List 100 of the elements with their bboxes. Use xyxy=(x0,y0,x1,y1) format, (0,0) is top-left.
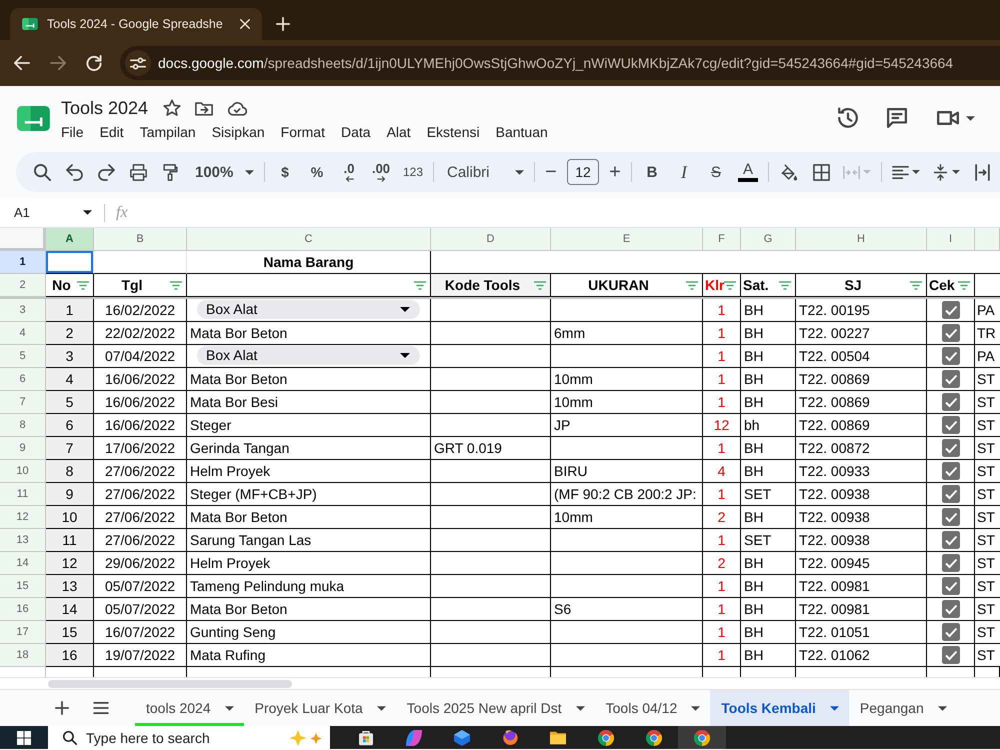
checkbox[interactable] xyxy=(942,554,960,572)
scrollbar-thumb[interactable] xyxy=(48,680,292,688)
menu-item[interactable]: Tampilan xyxy=(132,122,204,142)
column-header[interactable]: H xyxy=(796,228,927,251)
caret-icon[interactable] xyxy=(966,116,975,120)
column-header[interactable]: G xyxy=(741,228,796,251)
checkbox[interactable] xyxy=(942,577,960,595)
row-header[interactable]: 14 xyxy=(0,552,46,575)
column-header[interactable]: A xyxy=(46,228,94,251)
caret-icon[interactable] xyxy=(938,706,947,710)
checkbox[interactable] xyxy=(942,462,960,480)
row-header[interactable]: 9 xyxy=(0,437,46,460)
new-tab-icon[interactable] xyxy=(276,17,290,31)
row-header[interactable]: 3 xyxy=(0,299,46,322)
decrease-decimal-button[interactable]: .0 xyxy=(333,156,365,188)
sheet-tab[interactable]: Proyek Luar Kota xyxy=(244,690,396,726)
filter-icon[interactable] xyxy=(414,281,426,290)
row-header[interactable]: 17 xyxy=(0,621,46,644)
caret-icon[interactable] xyxy=(830,706,839,710)
row-header[interactable]: 13 xyxy=(0,529,46,552)
sheet-tab[interactable]: tools 2024 xyxy=(135,690,244,726)
folder-arrow-icon[interactable] xyxy=(195,100,214,116)
checkbox[interactable] xyxy=(942,324,960,342)
row-header[interactable]: 15 xyxy=(0,575,46,598)
scrollbar-track[interactable] xyxy=(0,677,1000,689)
filter-icon[interactable] xyxy=(958,281,970,290)
caret-icon[interactable] xyxy=(691,706,700,710)
text-color-button[interactable]: A xyxy=(732,156,764,188)
row-header[interactable]: 10 xyxy=(0,460,46,483)
menu-item[interactable]: Ekstensi xyxy=(418,122,488,142)
decrease-font-size-button[interactable]: − xyxy=(539,156,563,188)
column-header[interactable]: I xyxy=(927,228,975,251)
search-field[interactable]: Type here to search xyxy=(48,726,330,749)
menu-item[interactable]: Edit xyxy=(92,122,132,142)
checkbox[interactable] xyxy=(942,370,960,388)
filter-icon[interactable] xyxy=(77,281,89,290)
row-header[interactable]: 18 xyxy=(0,644,46,667)
row-header[interactable]: 8 xyxy=(0,414,46,437)
column-header[interactable]: E xyxy=(551,228,703,251)
close-icon[interactable] xyxy=(240,19,250,29)
row-header[interactable]: 7 xyxy=(0,391,46,414)
name-box[interactable]: A1 xyxy=(0,200,98,224)
sheet-tab[interactable]: Tools 04/12 xyxy=(594,690,710,726)
row-header[interactable]: 16 xyxy=(0,598,46,621)
checkbox[interactable] xyxy=(942,485,960,503)
increase-font-size-button[interactable]: + xyxy=(603,156,627,188)
menu-item[interactable]: Alat xyxy=(378,122,419,142)
dropdown-chip[interactable]: Box Alat xyxy=(197,300,420,319)
sheet-tab[interactable]: Tools 2025 New april Dst xyxy=(396,690,595,726)
bold-button[interactable]: B xyxy=(636,156,668,188)
increase-decimal-button[interactable]: .00 xyxy=(365,156,397,188)
filter-icon[interactable] xyxy=(170,281,182,290)
menu-item[interactable]: Format xyxy=(272,122,333,142)
row-header[interactable]: 6 xyxy=(0,368,46,391)
checkbox[interactable] xyxy=(942,531,960,549)
taskbar-button[interactable] xyxy=(678,726,726,749)
row-header[interactable]: 11 xyxy=(0,483,46,506)
percent-button[interactable]: % xyxy=(301,156,333,188)
filter-icon[interactable] xyxy=(910,281,922,290)
checkbox[interactable] xyxy=(942,416,960,434)
row-header[interactable]: 12 xyxy=(0,506,46,529)
caret-icon[interactable] xyxy=(224,706,234,710)
video-camera-icon[interactable] xyxy=(937,111,959,125)
filter-icon[interactable] xyxy=(724,281,736,290)
checkbox[interactable] xyxy=(942,301,960,319)
filter-icon[interactable] xyxy=(686,281,698,290)
filter-icon[interactable] xyxy=(779,281,791,290)
caret-icon[interactable] xyxy=(576,706,585,710)
menu-item[interactable]: File xyxy=(53,122,92,142)
zoom-dropdown[interactable]: 100% xyxy=(186,156,260,188)
currency-button[interactable]: $ xyxy=(269,156,301,188)
row-header[interactable]: 4 xyxy=(0,322,46,345)
italic-button[interactable]: I xyxy=(668,156,700,188)
selected-cell[interactable] xyxy=(46,251,94,274)
history-icon[interactable] xyxy=(837,107,859,129)
font-dropdown[interactable]: Calibri xyxy=(438,156,530,188)
checkbox[interactable] xyxy=(942,623,960,641)
checkbox[interactable] xyxy=(942,508,960,526)
checkbox[interactable] xyxy=(942,600,960,618)
cloud-check-icon[interactable] xyxy=(227,100,248,116)
checkbox[interactable] xyxy=(942,347,960,365)
checkbox[interactable] xyxy=(942,393,960,411)
column-header[interactable]: C xyxy=(187,228,431,251)
row-header[interactable]: 1 xyxy=(0,251,46,274)
filter-icon[interactable] xyxy=(534,281,546,290)
menu-item[interactable]: Sisipkan xyxy=(204,122,273,142)
comment-icon[interactable] xyxy=(887,108,907,128)
start-button[interactable] xyxy=(0,726,48,749)
menu-item[interactable]: Bantuan xyxy=(488,122,556,142)
sheet-tab[interactable]: Pegangan xyxy=(848,690,957,726)
browser-tab[interactable]: Tools 2024 - Google Spreadshe xyxy=(10,8,262,40)
star-icon[interactable] xyxy=(163,99,182,117)
checkbox[interactable] xyxy=(942,439,960,457)
number-format-button[interactable]: 123 xyxy=(397,156,429,188)
column-header[interactable]: B xyxy=(94,228,187,251)
row-header[interactable]: 2 xyxy=(0,274,46,297)
dropdown-chip[interactable]: Box Alat xyxy=(197,346,420,365)
caret-icon[interactable] xyxy=(376,706,386,710)
sheet-tab[interactable]: Tools Kembali xyxy=(710,690,849,726)
logo-icon[interactable] xyxy=(17,106,50,131)
